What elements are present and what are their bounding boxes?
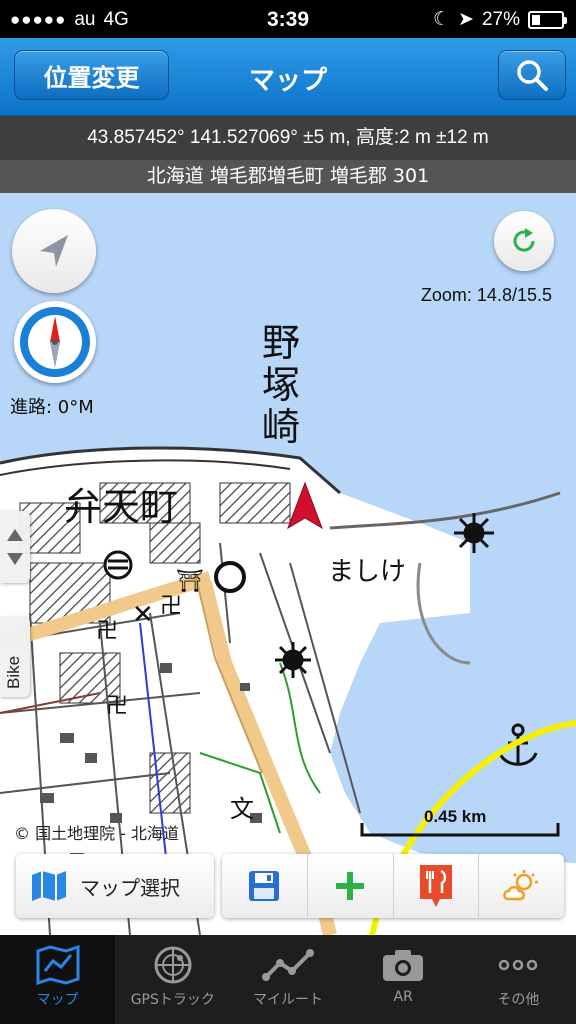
- address-readout: 北海道 増毛郡増毛町 増毛郡 301: [0, 160, 576, 193]
- refresh-button[interactable]: [494, 211, 554, 271]
- svg-text:卍: 卍: [160, 594, 182, 619]
- compass-button[interactable]: [14, 301, 96, 383]
- save-icon: [249, 871, 280, 901]
- building: [149, 522, 201, 564]
- svg-text:⛩: ⛩: [176, 569, 204, 594]
- weather-icon: [502, 870, 538, 901]
- tab-label: AR: [393, 989, 413, 1005]
- svg-text:卍: 卍: [106, 694, 128, 719]
- mode-tab[interactable]: Bike: [0, 617, 30, 697]
- lighthouse-symbol: [454, 513, 494, 553]
- tab-gps-track[interactable]: GPSトラック: [115, 935, 230, 1024]
- town-hall-symbol: [214, 561, 246, 593]
- battery-icon: [528, 10, 567, 29]
- moon-icon: ☾: [433, 9, 451, 30]
- route-icon: [262, 949, 314, 981]
- tab-label: GPSトラック: [130, 992, 215, 1008]
- more-icon: [499, 959, 538, 971]
- navigation-bar: 位置変更 マップ: [0, 38, 576, 116]
- search-button[interactable]: [498, 50, 566, 100]
- plus-icon: [336, 872, 365, 900]
- refresh-icon: [513, 228, 535, 252]
- change-location-button[interactable]: 位置変更: [14, 50, 169, 100]
- status-bar: ●●●●● au 4G 3:39 ☾ ➤ 27%: [0, 0, 576, 38]
- search-icon: [517, 60, 548, 91]
- map-label: ましけ: [328, 557, 406, 587]
- svg-text:文: 文: [230, 795, 254, 823]
- compass-icon: [20, 307, 90, 377]
- building: [219, 482, 291, 524]
- speed-stepper[interactable]: [0, 511, 30, 583]
- svg-text:卍: 卍: [96, 619, 118, 644]
- battery-percent: 27%: [481, 8, 520, 30]
- coordinates-readout: 43.857452° 141.527069° ±5 m, 高度:2 m ±12 …: [0, 116, 576, 160]
- svg-text:✕: ✕: [132, 600, 154, 630]
- map-select-label: マップ選択: [80, 875, 180, 900]
- map-icon: [36, 945, 80, 985]
- folded-map-icon: [32, 871, 66, 901]
- action-toolbar: [222, 854, 564, 918]
- my-location-button[interactable]: [12, 209, 96, 293]
- camera-icon: [383, 950, 424, 981]
- map-label: 塚: [262, 363, 300, 407]
- lighthouse-symbol: [275, 642, 311, 678]
- tab-more[interactable]: その他: [461, 935, 576, 1024]
- scale-label: 0.45 km: [424, 807, 487, 826]
- restaurant-button[interactable]: [392, 854, 479, 918]
- map-credit: © 国土地理院 - 北海道: [14, 824, 180, 843]
- tab-ar[interactable]: AR: [346, 935, 461, 1024]
- map-label: 弁天町: [64, 485, 178, 529]
- tab-label: マップ: [36, 992, 79, 1008]
- weather-button[interactable]: [478, 854, 564, 918]
- zoom-level: Zoom: 14.8/15.5: [420, 285, 552, 305]
- tab-label: その他: [497, 992, 540, 1008]
- tab-my-route[interactable]: マイルート: [230, 935, 345, 1024]
- up-down-arrows-icon: [7, 529, 23, 565]
- map-select-button[interactable]: マップ選択: [16, 854, 214, 918]
- map-label: 崎: [262, 405, 300, 449]
- radar-icon: [154, 946, 192, 984]
- map-view[interactable]: 野 塚 崎 弁天町 ましけ ⛩ ✕ 卍 卍 卍 文 進路: 0°M Zoom: …: [0, 193, 576, 935]
- location-arrow-icon: ➤: [458, 9, 474, 30]
- fork-knife-icon: [419, 865, 452, 907]
- tab-label: マイルート: [253, 992, 323, 1008]
- add-button[interactable]: [306, 854, 393, 918]
- post-office-symbol: [103, 550, 133, 580]
- tab-map[interactable]: マップ: [0, 935, 116, 1024]
- save-button[interactable]: [222, 854, 307, 918]
- location-arrow-icon: [40, 235, 68, 267]
- mode-tab-label: Bike: [4, 655, 23, 689]
- map-label: 野: [262, 321, 300, 365]
- tab-bar: マップ GPSトラック マイルート AR その他: [0, 935, 576, 1024]
- heading-label: 進路: 0°M: [10, 397, 94, 418]
